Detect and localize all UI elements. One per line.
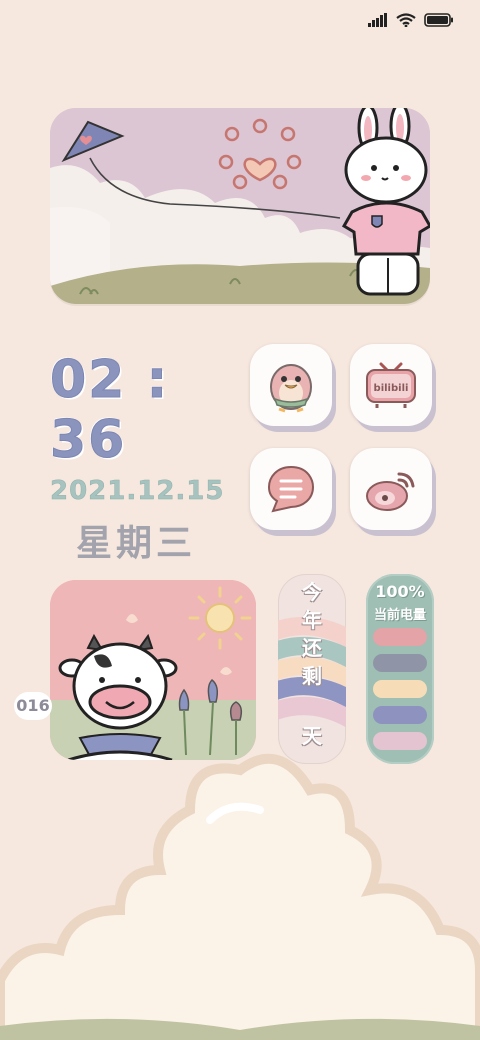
message-bubble-icon [267,465,315,513]
kite-bunny-illustration [50,108,430,304]
battery-percent: 100% [375,582,425,601]
days-left-count: 016 [14,692,52,720]
battery-icon [424,13,453,27]
year-char-1: 今 [302,580,322,604]
weibo-app[interactable] [350,448,432,530]
signal-icon [368,13,387,27]
battery-bar-3 [373,680,427,698]
clock-weekday: 星期三 [76,523,197,564]
clock-widget[interactable]: 02 : 36 2021.12.15 星期三 [50,350,240,566]
message-app[interactable] [250,448,332,530]
battery-label: 当前电量 [373,608,426,623]
year-char-2: 年 [302,608,322,632]
battery-bar-1 [373,628,427,646]
weibo-icon [366,472,415,511]
kite-bunny-widget[interactable] [50,108,430,304]
penguin-icon [270,364,312,413]
bilibili-logo-text: bilibili [374,383,409,394]
status-bar [368,10,454,30]
cloud-wallpaper [0,753,480,1040]
battery-bar-2 [373,654,427,672]
battery-widget[interactable]: 100% 当前电量 [366,574,434,764]
bilibili-tv-icon: bilibili [366,362,416,408]
year-char-3: 还 [302,636,322,660]
clock-time: 02 : 36 [50,350,170,471]
sun [188,586,252,650]
year-countdown-widget[interactable]: 今 年 还 剩 天 [278,574,346,764]
clock-date: 2021.12.15 [50,476,225,507]
year-char-4: 剩 [302,664,322,688]
bilibili-app[interactable]: bilibili [350,344,432,426]
cow-illustration [50,580,256,760]
wifi-icon [396,13,416,27]
cow-photo-widget[interactable] [50,580,256,760]
qq-app[interactable] [250,344,332,426]
battery-bar-4 [373,706,427,724]
